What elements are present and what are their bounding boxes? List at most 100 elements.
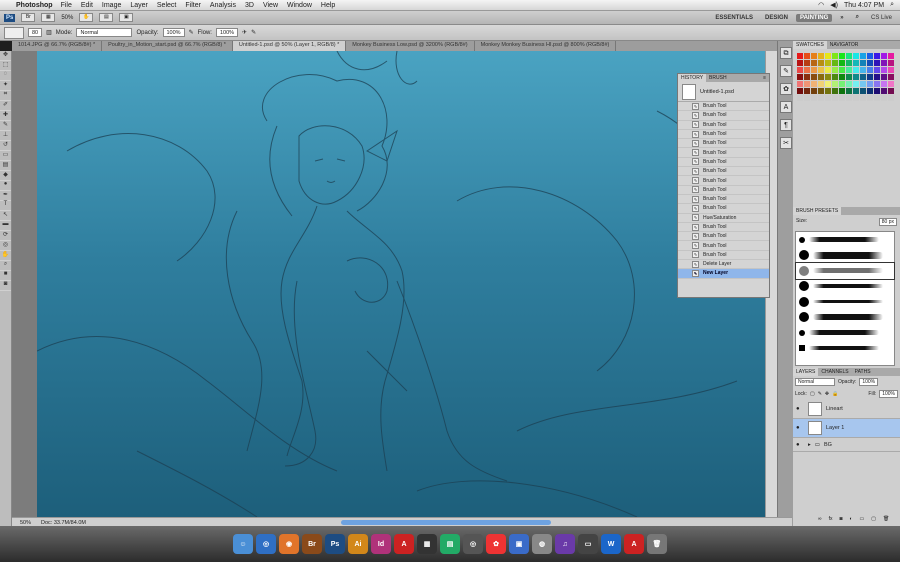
swatch[interactable]	[797, 95, 803, 101]
swatch[interactable]	[832, 60, 838, 66]
swatch[interactable]	[825, 88, 831, 94]
history-panel-icon[interactable]: ⧉	[780, 47, 792, 59]
tab-monkey-hi[interactable]: Monkey Monkey Business HI.psd @ 800% (RG…	[475, 41, 617, 51]
3d-orbit-tool-icon[interactable]: ◎	[0, 241, 11, 251]
swatch[interactable]	[832, 67, 838, 73]
marquee-tool-icon[interactable]: ⬚	[0, 61, 11, 71]
swatch[interactable]	[825, 53, 831, 59]
workspace-painting[interactable]: PAINTING	[796, 13, 833, 22]
layer-opacity-field[interactable]: 100%	[859, 378, 879, 386]
brush-preset[interactable]	[795, 262, 895, 280]
swatch[interactable]	[888, 53, 894, 59]
swatch[interactable]	[888, 88, 894, 94]
path-select-tool-icon[interactable]: ↖	[0, 211, 11, 221]
layer-style-icon[interactable]: fx	[829, 516, 833, 522]
layer-row-lineart[interactable]: ● Lineart	[793, 400, 900, 419]
mode-select[interactable]: Normal	[76, 28, 133, 37]
swatch[interactable]	[811, 67, 817, 73]
gradient-tool-icon[interactable]: ▤	[0, 161, 11, 171]
lasso-tool-icon[interactable]: ◌	[0, 71, 11, 81]
swatch[interactable]	[846, 95, 852, 101]
swatch[interactable]	[839, 88, 845, 94]
brush-preset[interactable]	[796, 294, 894, 310]
flow-field[interactable]: 100%	[215, 28, 239, 37]
swatch[interactable]	[839, 53, 845, 59]
quick-mask-icon[interactable]: ◙	[0, 281, 11, 291]
swatch[interactable]	[867, 81, 873, 87]
swatch[interactable]	[825, 74, 831, 80]
lock-transparency-icon[interactable]: ▢	[810, 391, 815, 397]
opacity-field[interactable]: 100%	[162, 28, 185, 37]
lock-image-icon[interactable]: ✎	[818, 391, 822, 397]
disk-utility-icon[interactable]: ◍	[532, 534, 552, 554]
bridge-button[interactable]: Br	[21, 13, 36, 22]
character-panel-icon[interactable]: A	[780, 101, 792, 113]
hand-tool-icon[interactable]: ✋	[0, 251, 11, 261]
swatch[interactable]	[867, 74, 873, 80]
brush-tool-icon[interactable]: ✎	[0, 121, 11, 131]
swatch[interactable]	[881, 88, 887, 94]
new-layer-icon[interactable]: ▢	[871, 516, 876, 522]
swatch[interactable]	[825, 81, 831, 87]
history-state[interactable]: ✎ Brush Tool	[678, 130, 769, 140]
layer-row-layer-1[interactable]: ● Layer 1	[793, 419, 900, 438]
blur-tool-icon[interactable]: ◆	[0, 171, 11, 181]
history-state[interactable]: ✎ Brush Tool	[678, 223, 769, 233]
swatch[interactable]	[804, 60, 810, 66]
layer-row-bg-group[interactable]: ● ▸ ▭ BG	[793, 438, 900, 452]
crop-tool-icon[interactable]: ⌗	[0, 91, 11, 101]
iphoto-icon[interactable]: ▣	[509, 534, 529, 554]
swatch[interactable]	[797, 60, 803, 66]
history-state[interactable]: ✎ Hue/Saturation	[678, 214, 769, 223]
panel-menu-icon[interactable]: ≡	[760, 75, 769, 81]
swatch[interactable]	[839, 74, 845, 80]
swatch[interactable]	[839, 81, 845, 87]
zoom-tool-icon[interactable]: ⌕	[0, 261, 11, 271]
swatch[interactable]	[888, 95, 894, 101]
final-cut-icon[interactable]: ▤	[440, 534, 460, 554]
history-state[interactable]: ✎ Brush Tool	[678, 241, 769, 251]
swatch[interactable]	[853, 53, 859, 59]
paragraph-panel-icon[interactable]: ¶	[780, 119, 792, 131]
swatch[interactable]	[874, 95, 880, 101]
menu-analysis[interactable]: Analysis	[210, 2, 236, 9]
clock[interactable]: Thu 4:07 PM	[844, 2, 884, 9]
menu-3d[interactable]: 3D	[245, 2, 254, 9]
history-state[interactable]: ✎ Brush Tool	[678, 204, 769, 214]
swatch[interactable]	[874, 74, 880, 80]
swatch[interactable]	[797, 74, 803, 80]
history-state[interactable]: ✎ Brush Tool	[678, 251, 769, 261]
cs-live-button[interactable]: CS Live	[867, 14, 896, 22]
swatch[interactable]	[811, 60, 817, 66]
finder-icon[interactable]: ☺	[233, 534, 253, 554]
history-state[interactable]: ✎ Brush Tool	[678, 195, 769, 205]
swatch[interactable]	[846, 60, 852, 66]
type-tool-icon[interactable]: T	[0, 201, 11, 211]
swatch[interactable]	[811, 53, 817, 59]
history-state[interactable]: ✎ Brush Tool	[678, 139, 769, 149]
swatch[interactable]	[825, 95, 831, 101]
3d-rotate-tool-icon[interactable]: ⟳	[0, 231, 11, 241]
swatch[interactable]	[853, 95, 859, 101]
healing-tool-icon[interactable]: ✚	[0, 111, 11, 121]
history-state[interactable]: ✎ New Layer	[678, 269, 769, 279]
swatch[interactable]	[804, 74, 810, 80]
swatch[interactable]	[860, 81, 866, 87]
visibility-eye-icon[interactable]: ●	[796, 442, 804, 448]
search-icon[interactable]: ⌕	[852, 13, 863, 22]
swatch[interactable]	[860, 88, 866, 94]
swatch[interactable]	[839, 95, 845, 101]
swatch[interactable]	[888, 74, 894, 80]
tab-1014[interactable]: 1014.JPG @ 66.7% (RGB/8#) *	[12, 41, 103, 51]
swatch[interactable]	[888, 60, 894, 66]
eraser-tool-icon[interactable]: ▭	[0, 151, 11, 161]
horizontal-scrollbar[interactable]	[340, 520, 551, 525]
swatch[interactable]	[797, 81, 803, 87]
workspace-design[interactable]: DESIGN	[761, 14, 792, 22]
dodge-tool-icon[interactable]: ●	[0, 181, 11, 191]
tab-monkey-low[interactable]: Monkey Business Low.psd @ 3200% (RGB/8#)	[346, 41, 475, 51]
swatch[interactable]	[853, 81, 859, 87]
doc-size[interactable]: Doc: 33.7M/84.0M	[41, 520, 86, 526]
swatch[interactable]	[853, 67, 859, 73]
history-state[interactable]: ✎ Brush Tool	[678, 102, 769, 112]
